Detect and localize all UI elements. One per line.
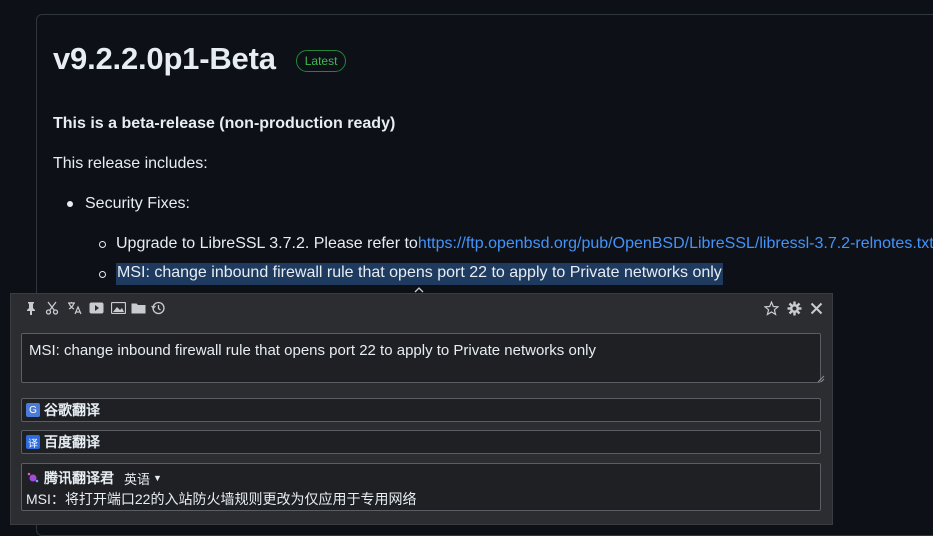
history-icon[interactable] <box>150 300 166 316</box>
close-icon[interactable] <box>808 300 824 316</box>
section-item: Security Fixes: <box>67 195 190 213</box>
circle-bullet-icon <box>99 240 106 248</box>
baidu-translate-icon: 译 <box>26 435 40 450</box>
video-icon[interactable] <box>88 300 104 316</box>
tencent-translate-icon <box>27 472 39 483</box>
baidu-translate-row[interactable]: 译 百度翻译 <box>21 430 821 454</box>
resize-handle-icon[interactable] <box>817 375 825 383</box>
gear-icon[interactable] <box>786 300 802 316</box>
section-label: Security Fixes: <box>85 195 190 212</box>
beta-note: This is a beta-release (non-production r… <box>53 115 396 132</box>
libressl-link[interactable]: https://ftp.openbsd.org/pub/OpenBSD/Libr… <box>418 235 933 253</box>
folder-icon[interactable] <box>130 300 146 316</box>
release-header: v9.2.2.0p1-Beta Latest <box>53 41 347 77</box>
language-select[interactable]: 英语 <box>124 469 150 488</box>
item1-text: Upgrade to LibreSSL 3.7.2. Please refer … <box>116 235 418 252</box>
bullet-icon <box>67 201 73 207</box>
list-item: Upgrade to LibreSSL 3.7.2. Please refer … <box>99 235 933 253</box>
includes-text: This release includes: <box>53 155 208 172</box>
translate-icon[interactable] <box>66 300 82 316</box>
engine-name: 百度翻译 <box>44 434 100 450</box>
image-icon[interactable] <box>110 300 126 316</box>
translator-panel: MSI: change inbound firewall rule that o… <box>10 293 833 525</box>
translator-toolbar <box>11 294 832 322</box>
star-icon[interactable] <box>763 300 779 316</box>
circle-bullet-icon <box>99 270 106 278</box>
chevron-down-icon[interactable]: ▼ <box>153 473 162 483</box>
pin-icon[interactable] <box>23 300 39 316</box>
google-translate-row[interactable]: G 谷歌翻译 <box>21 398 821 422</box>
engine-name: 谷歌翻译 <box>44 402 100 418</box>
engine-header: 腾讯翻译君 英语 ▼ <box>26 468 162 488</box>
latest-badge: Latest <box>295 50 347 72</box>
selected-text[interactable]: MSI: change inbound firewall rule that o… <box>116 263 723 285</box>
cut-icon[interactable] <box>44 300 60 316</box>
translation-result: MSI：将打开端口22的入站防火墙规则更改为仅应用于专用网络 <box>26 491 417 507</box>
google-translate-icon: G <box>26 403 40 417</box>
release-title[interactable]: v9.2.2.0p1-Beta <box>53 41 276 77</box>
source-text-input[interactable]: MSI: change inbound firewall rule that o… <box>21 333 821 383</box>
list-item: MSI: change inbound firewall rule that o… <box>99 263 723 285</box>
engine-name: 腾讯翻译君 <box>44 470 114 486</box>
tencent-translate-row: 腾讯翻译君 英语 ▼ MSI：将打开端口22的入站防火墙规则更改为仅应用于专用网… <box>21 463 821 511</box>
